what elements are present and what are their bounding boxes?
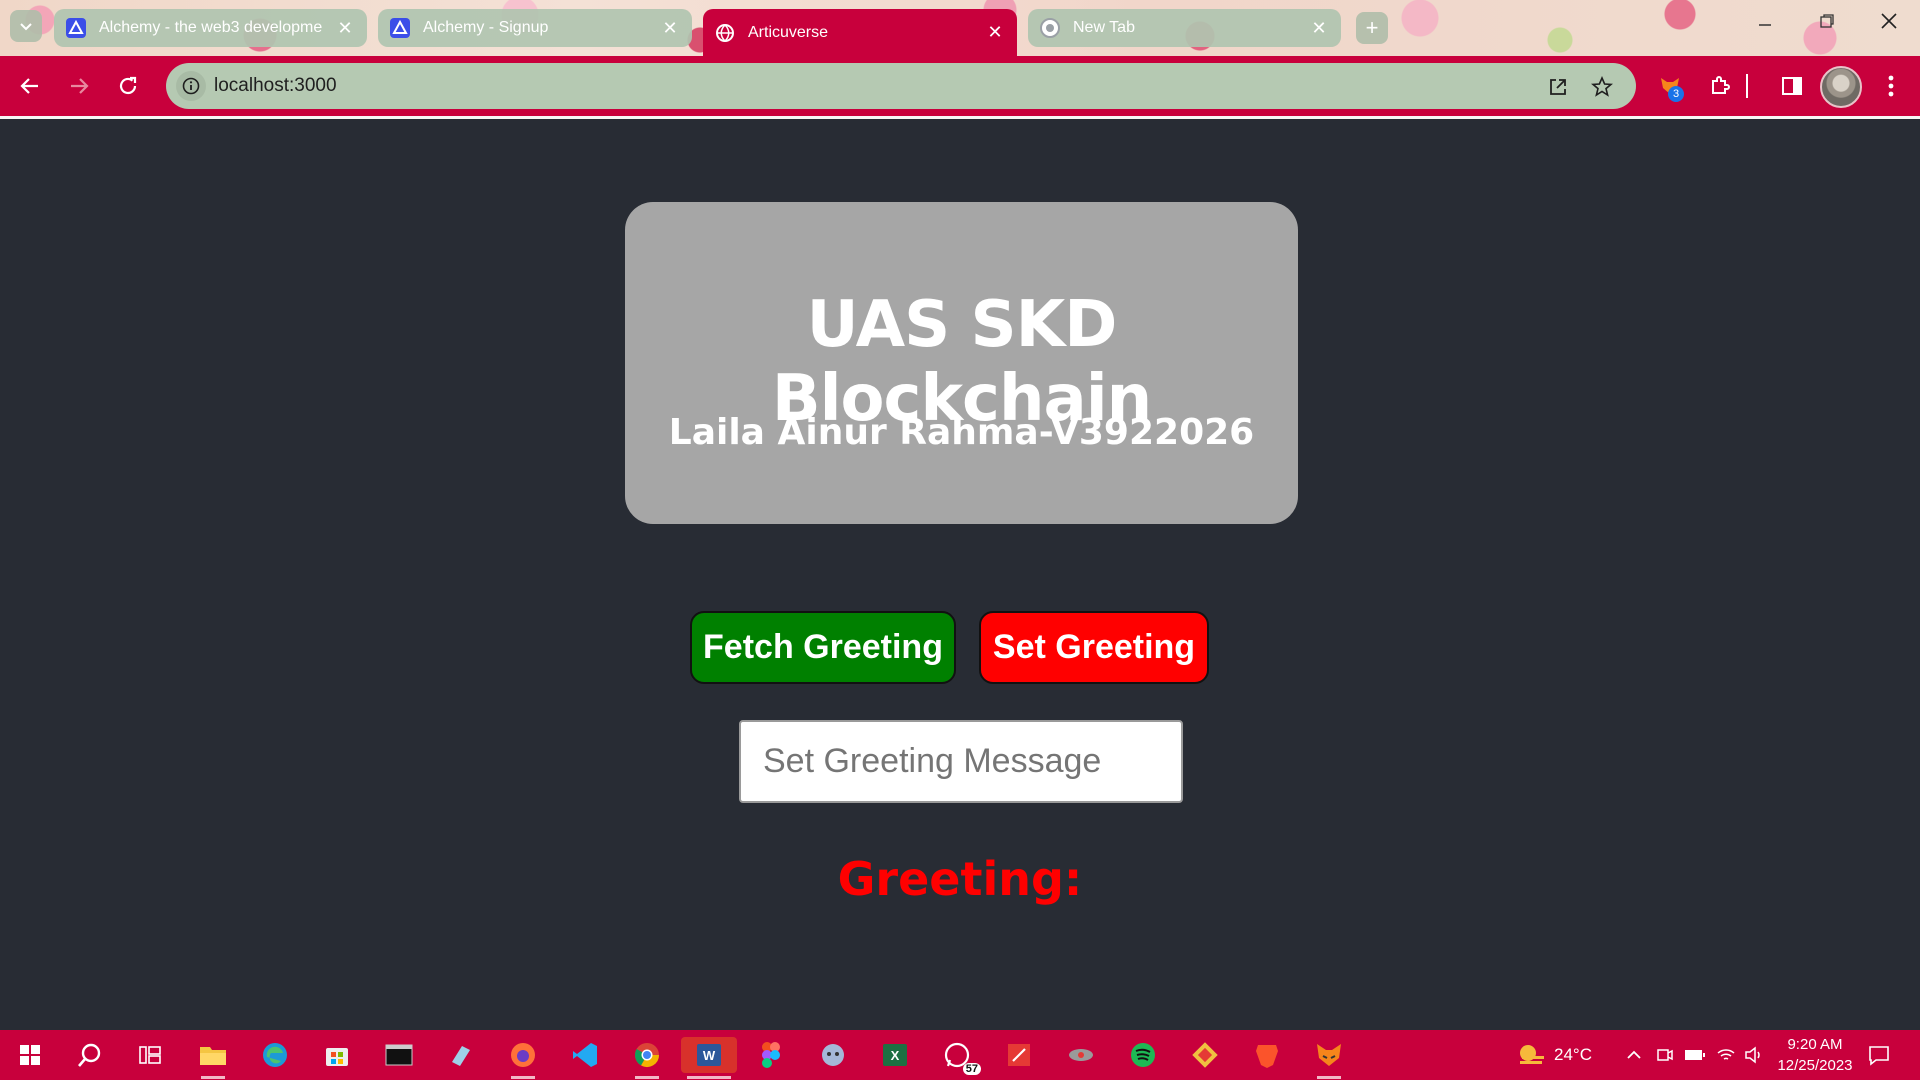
header-card: UAS SKD Blockchain Laila Ainur Rahma-V39…	[625, 202, 1298, 524]
clock-date: 12/25/2023	[1777, 1057, 1853, 1074]
tab-title: Alchemy - the web3 developme	[99, 19, 323, 36]
notification-icon[interactable]	[1868, 1030, 1890, 1080]
greeting-label: Greeting:	[837, 852, 1083, 906]
browser-tab-strip: Alchemy - the web3 developme ✕ Alchemy -…	[0, 0, 1920, 56]
extensions-puzzle-icon[interactable]	[1706, 72, 1734, 100]
extension-badge: 3	[1668, 86, 1684, 102]
whatsapp-badge: 57	[962, 1063, 981, 1075]
reload-icon[interactable]	[113, 71, 143, 101]
search-icon[interactable]	[72, 1037, 108, 1073]
alchemy-logo-icon	[66, 18, 86, 38]
windows-taskbar: W X 57 24°C 9:20 AM 12/25/2023	[0, 1030, 1920, 1080]
weather-sun-icon	[1520, 1045, 1544, 1064]
clock-time: 9:20 AM	[1787, 1036, 1843, 1053]
vscode-icon[interactable]	[567, 1037, 603, 1073]
profile-avatar[interactable]	[1820, 66, 1862, 108]
wifi-icon[interactable]	[1716, 1030, 1736, 1080]
excel-icon[interactable]: X	[877, 1037, 913, 1073]
task-view-icon[interactable]	[132, 1037, 168, 1073]
firefox-icon[interactable]	[505, 1037, 541, 1079]
terminal-icon[interactable]	[381, 1037, 417, 1073]
weather-widget[interactable]: 24°C	[1516, 1030, 1592, 1080]
open-in-app-icon[interactable]	[1546, 75, 1570, 99]
svg-text:X: X	[891, 1048, 900, 1063]
toolbar-divider	[1744, 72, 1750, 100]
tab-alchemy-signup[interactable]: Alchemy - Signup ✕	[378, 9, 692, 47]
forward-arrow-icon[interactable]	[64, 71, 94, 101]
new-tab-button[interactable]: +	[1356, 12, 1388, 44]
figma-icon[interactable]	[753, 1037, 789, 1073]
bookmark-star-icon[interactable]	[1590, 75, 1614, 99]
svg-text:W: W	[703, 1048, 716, 1063]
alchemy-logo-icon	[390, 18, 410, 38]
tab-new-tab[interactable]: New Tab ✕	[1028, 9, 1341, 47]
minimize-icon[interactable]	[1750, 12, 1780, 35]
chrome-icon	[1040, 18, 1060, 38]
app-icon[interactable]	[1063, 1037, 1099, 1073]
brave-icon[interactable]	[1249, 1037, 1285, 1073]
greeting-message-input[interactable]	[739, 720, 1183, 803]
tray-chevron-up-icon[interactable]	[1626, 1030, 1642, 1080]
back-arrow-icon[interactable]	[15, 71, 45, 101]
browser-toolbar: localhost:3000 3	[0, 56, 1920, 116]
tab-articuverse[interactable]: Articuverse ✕	[703, 9, 1017, 56]
close-icon[interactable]: ✕	[335, 18, 355, 39]
volume-icon[interactable]	[1744, 1030, 1764, 1080]
set-greeting-button[interactable]: Set Greeting	[979, 611, 1209, 684]
address-bar[interactable]: localhost:3000	[166, 63, 1636, 109]
battery-icon[interactable]	[1684, 1030, 1706, 1080]
github-desktop-icon[interactable]	[815, 1037, 851, 1073]
extension-fox-icon[interactable]: 3	[1656, 72, 1684, 102]
tab-title: New Tab	[1073, 19, 1135, 36]
microsoft-store-icon[interactable]	[319, 1037, 355, 1073]
taskbar-clock[interactable]: 9:20 AM 12/25/2023	[1770, 1034, 1860, 1076]
globe-icon	[715, 23, 735, 43]
chevron-down-icon	[20, 23, 32, 31]
side-panel-icon[interactable]	[1778, 72, 1806, 100]
git-icon[interactable]	[1187, 1037, 1223, 1073]
notes-icon[interactable]	[443, 1037, 479, 1073]
url-text[interactable]: localhost:3000	[214, 75, 337, 97]
menu-kebab-icon[interactable]	[1877, 72, 1905, 100]
whatsapp-icon[interactable]: 57	[939, 1037, 981, 1075]
chrome-icon[interactable]	[629, 1037, 665, 1079]
tab-search-button[interactable]	[10, 10, 42, 42]
word-icon[interactable]: W	[681, 1037, 737, 1079]
spotify-icon[interactable]	[1125, 1037, 1161, 1073]
metamask-icon[interactable]	[1311, 1037, 1347, 1079]
tab-alchemy-web3[interactable]: Alchemy - the web3 developme ✕	[54, 9, 367, 47]
meet-now-icon[interactable]	[1656, 1030, 1674, 1080]
pdf-editor-icon[interactable]	[1001, 1037, 1037, 1073]
edge-icon[interactable]	[257, 1037, 293, 1073]
restore-icon[interactable]	[1812, 12, 1842, 35]
close-icon[interactable]: ✕	[660, 18, 680, 39]
file-explorer-icon[interactable]	[195, 1037, 231, 1079]
tab-title: Alchemy - Signup	[423, 19, 549, 36]
close-icon[interactable]: ✕	[1309, 18, 1329, 39]
site-info-icon[interactable]	[176, 71, 206, 101]
start-icon[interactable]	[12, 1037, 48, 1073]
weather-temperature: 24°C	[1554, 1045, 1592, 1064]
close-icon[interactable]: ✕	[985, 22, 1005, 43]
window-close-icon[interactable]	[1874, 12, 1904, 36]
fetch-greeting-button[interactable]: Fetch Greeting	[690, 611, 956, 684]
tab-title: Articuverse	[748, 23, 829, 41]
page-content: UAS SKD Blockchain Laila Ainur Rahma-V39…	[0, 119, 1920, 1030]
page-subtitle: Laila Ainur Rahma-V3922026	[668, 412, 1255, 453]
